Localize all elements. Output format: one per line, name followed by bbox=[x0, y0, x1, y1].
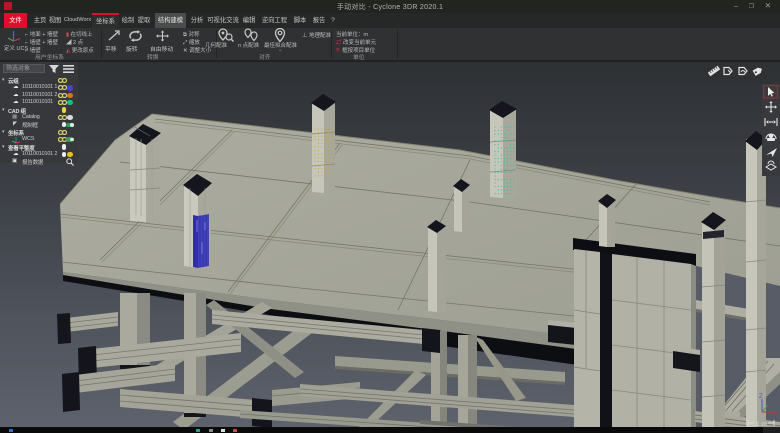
svg-text:X: X bbox=[774, 411, 778, 417]
svg-text:Z: Z bbox=[759, 394, 763, 400]
